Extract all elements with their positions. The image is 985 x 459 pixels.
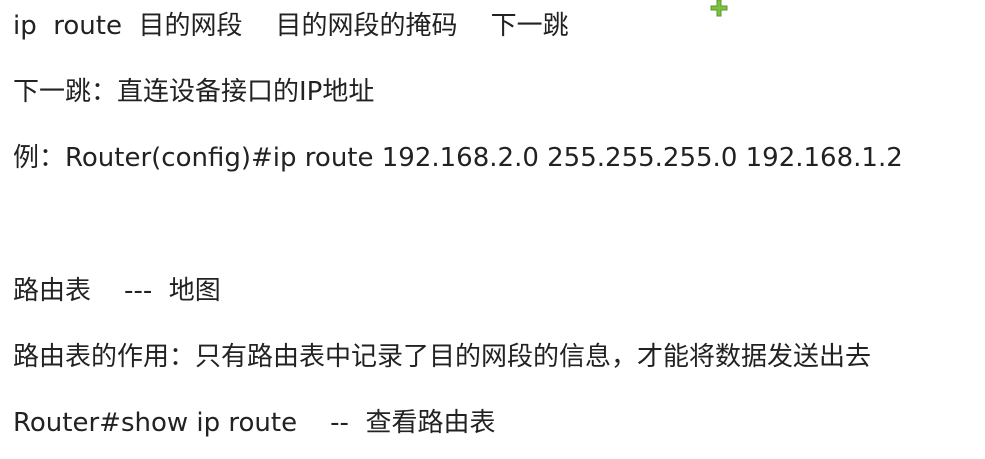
text-line-next-hop-definition: 下一跳：直连设备接口的IP地址 — [13, 77, 375, 107]
text-line-ip-route-syntax: ip route 目的网段 目的网段的掩码 下一跳 — [13, 11, 569, 41]
document-body: ip route 目的网段 目的网段的掩码 下一跳 下一跳：直连设备接口的IP地… — [13, 0, 985, 459]
text-line-routing-table-purpose: 路由表的作用：只有路由表中记录了目的网段的信息，才能将数据发送出去 — [13, 342, 872, 372]
text-line-example-command: 例：Router(config)#ip route 192.168.2.0 25… — [13, 143, 903, 173]
text-line-show-ip-route: Router#show ip route -- 查看路由表 — [13, 408, 496, 438]
text-line-routing-table-map: 路由表 --- 地图 — [13, 276, 221, 306]
move-cursor-icon — [707, 0, 731, 20]
